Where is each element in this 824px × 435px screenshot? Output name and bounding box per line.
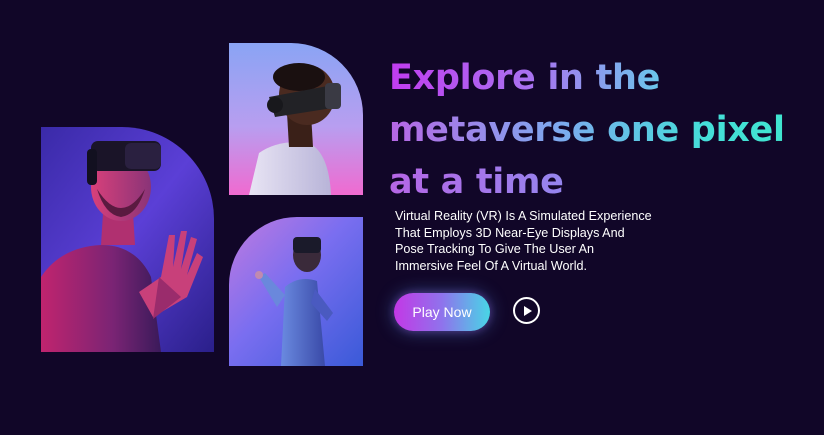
headline-line-3: at a time bbox=[389, 156, 809, 208]
description-line-4: Immersive Feel Of A Virtual World. bbox=[395, 258, 587, 273]
play-now-button[interactable]: Play Now bbox=[394, 293, 490, 331]
vr-man-profile-image bbox=[229, 43, 363, 195]
vr-man-hand-raised-image bbox=[41, 127, 214, 352]
hero-description: Virtual Reality (VR) Is A Simulated Expe… bbox=[395, 208, 715, 274]
hero-section: Explore in the metaverse one pixel at a … bbox=[0, 0, 824, 435]
hero-headline: Explore in the metaverse one pixel at a … bbox=[389, 52, 809, 208]
headline-line-1: Explore in the bbox=[389, 52, 809, 104]
description-line-1: Virtual Reality (VR) Is A Simulated Expe… bbox=[395, 209, 652, 223]
headline-line-2: metaverse one pixel bbox=[389, 104, 809, 156]
play-icon bbox=[524, 305, 532, 316]
vr-man-reaching-image bbox=[229, 217, 363, 366]
description-line-2: That Employs 3D Near-Eye Displays And bbox=[395, 225, 625, 240]
play-video-button[interactable] bbox=[513, 297, 540, 324]
description-line-3: Pose Tracking To Give The User An bbox=[395, 242, 595, 256]
